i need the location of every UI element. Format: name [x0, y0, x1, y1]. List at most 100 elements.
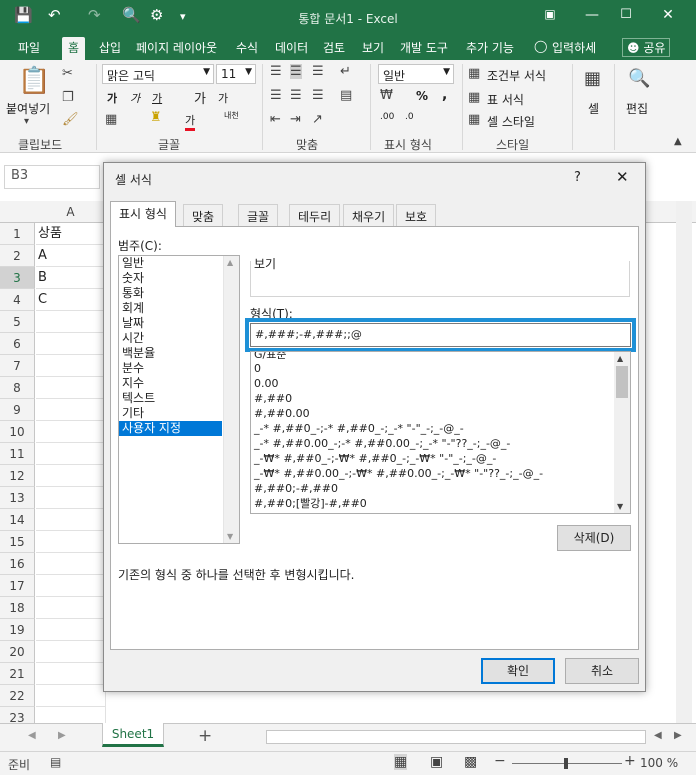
- font-color-button[interactable]: 가: [185, 112, 196, 131]
- paste-icon[interactable]: 📋: [18, 66, 50, 96]
- row-header[interactable]: 4: [0, 289, 35, 311]
- align-middle-icon[interactable]: ☰: [290, 64, 302, 79]
- cell-a[interactable]: [36, 531, 106, 553]
- merge-center-icon[interactable]: ▤: [340, 88, 352, 103]
- cell-a[interactable]: [36, 443, 106, 465]
- align-bottom-icon[interactable]: ☰: [312, 64, 324, 79]
- scroll-down-icon[interactable]: ▼: [617, 502, 623, 511]
- category-item[interactable]: 시간: [119, 331, 222, 346]
- category-item[interactable]: 사용자 지정: [119, 421, 222, 436]
- scroll-left-icon[interactable]: ◀: [28, 730, 36, 741]
- format-item[interactable]: #,##0.00: [251, 406, 613, 421]
- format-item[interactable]: 0.00: [251, 376, 613, 391]
- category-item[interactable]: 숫자: [119, 271, 222, 286]
- tab-formulas[interactable]: 수식: [236, 39, 258, 56]
- cell-a[interactable]: [36, 597, 106, 619]
- align-center-icon[interactable]: ☰: [290, 88, 302, 103]
- cell-a[interactable]: [36, 685, 106, 707]
- category-item[interactable]: 지수: [119, 376, 222, 391]
- increase-decimal-button[interactable]: .00: [380, 112, 394, 122]
- cell-a[interactable]: [36, 663, 106, 685]
- cell-styles-button[interactable]: 셀 스타일: [487, 113, 535, 130]
- row-header[interactable]: 15: [0, 531, 35, 553]
- category-item[interactable]: 분수: [119, 361, 222, 376]
- row-header[interactable]: 18: [0, 597, 35, 619]
- currency-icon[interactable]: ₩: [380, 88, 393, 103]
- increase-indent-icon[interactable]: ⇥: [290, 112, 301, 127]
- cell-a[interactable]: [36, 553, 106, 575]
- scroll-up-icon[interactable]: ▲: [617, 354, 623, 363]
- copy-icon[interactable]: ❐: [62, 90, 74, 105]
- scroll-down-icon[interactable]: ▼: [227, 532, 233, 541]
- cell-a[interactable]: [36, 641, 106, 663]
- row-header[interactable]: 22: [0, 685, 35, 707]
- help-button[interactable]: ?: [574, 170, 581, 185]
- collapse-ribbon-icon[interactable]: ▲: [674, 136, 682, 147]
- tab-addins[interactable]: 추가 기능: [466, 39, 514, 56]
- cut-icon[interactable]: ✂: [62, 66, 73, 81]
- ok-button[interactable]: 확인: [481, 658, 555, 684]
- format-item[interactable]: #,##0;[빨강]-#,##0: [251, 496, 613, 511]
- category-scrollbar[interactable]: ▲ ▼: [223, 256, 239, 543]
- tab-data[interactable]: 데이터: [275, 39, 308, 56]
- fill-color-icon[interactable]: ♜: [150, 110, 162, 125]
- vertical-scrollbar[interactable]: [676, 201, 692, 723]
- cell-a[interactable]: [36, 575, 106, 597]
- paste-dropdown-icon[interactable]: ▾: [24, 116, 29, 127]
- search-icon[interactable]: 🔍: [628, 68, 650, 89]
- percent-button[interactable]: %: [416, 89, 428, 103]
- row-header[interactable]: 11: [0, 443, 35, 465]
- font-name-select[interactable]: 맑은 고딕 ▼: [102, 64, 214, 84]
- tab-view[interactable]: 보기: [362, 39, 384, 56]
- comma-button[interactable]: ,: [442, 87, 447, 103]
- format-item[interactable]: _-* #,##0_-;-* #,##0_-;_-* "-"_-;_-@_-: [251, 421, 613, 436]
- restore-ribbon-icon[interactable]: ▣: [538, 7, 562, 21]
- align-top-icon[interactable]: ☰: [270, 64, 282, 79]
- cancel-button[interactable]: 취소: [565, 658, 639, 684]
- row-header[interactable]: 5: [0, 311, 35, 333]
- row-header[interactable]: 12: [0, 465, 35, 487]
- row-header[interactable]: 13: [0, 487, 35, 509]
- add-sheet-button[interactable]: +: [198, 726, 212, 746]
- scroll-left-icon[interactable]: ◀: [654, 730, 662, 741]
- cell-a[interactable]: C: [36, 289, 106, 311]
- row-header[interactable]: 6: [0, 333, 35, 355]
- wrap-text-icon[interactable]: ↵: [340, 64, 351, 79]
- format-table-button[interactable]: 표 서식: [487, 91, 524, 108]
- normal-view-icon[interactable]: ▦: [394, 754, 408, 770]
- zoom-slider-thumb[interactable]: [564, 758, 568, 769]
- cell-a[interactable]: 상품: [36, 223, 106, 245]
- category-item[interactable]: 통화: [119, 286, 222, 301]
- number-format-select[interactable]: 일반 ▼: [378, 64, 454, 84]
- orientation-icon[interactable]: ↗: [312, 112, 323, 127]
- decrease-indent-icon[interactable]: ⇤: [270, 112, 281, 127]
- tab-font[interactable]: 글꼴: [238, 204, 279, 226]
- delete-button[interactable]: 삭제(D): [557, 525, 631, 551]
- cell-a[interactable]: [36, 465, 106, 487]
- row-header[interactable]: 16: [0, 553, 35, 575]
- underline-button[interactable]: 가: [152, 90, 162, 106]
- tab-alignment[interactable]: 맞춤: [183, 204, 224, 226]
- tab-insert[interactable]: 삽입: [99, 39, 121, 56]
- scroll-right-icon[interactable]: ▶: [674, 730, 682, 741]
- shrink-font-button[interactable]: 가: [218, 90, 228, 106]
- zoom-out-icon[interactable]: −: [494, 753, 506, 769]
- format-list[interactable]: G/표준 0 0.00 #,##0 #,##0.00 _-* #,##0_-;-* #,#…: [250, 351, 631, 514]
- borders-icon[interactable]: ▦: [105, 112, 117, 127]
- cell-a[interactable]: [36, 509, 106, 531]
- page-break-view-icon[interactable]: ▩: [464, 754, 477, 770]
- macro-record-icon[interactable]: ▤: [50, 755, 61, 769]
- category-list[interactable]: 일반 숫자 통화 회계 날짜 시간 백분율 분수 지수 텍스트 기타 사용자 지정 ▲ ▼: [118, 255, 240, 544]
- cell-a[interactable]: [36, 311, 106, 333]
- row-header[interactable]: 7: [0, 355, 35, 377]
- row-header[interactable]: 8: [0, 377, 35, 399]
- tab-developer[interactable]: 개발 도구: [400, 39, 448, 56]
- bold-button[interactable]: 가: [107, 90, 117, 106]
- format-scroll-thumb[interactable]: [616, 366, 628, 398]
- tab-page-layout[interactable]: 페이지 레이아웃: [136, 39, 217, 56]
- format-scrollbar[interactable]: ▲ ▼: [614, 352, 630, 513]
- minimize-icon[interactable]: —: [580, 7, 604, 23]
- phonetic-button[interactable]: 내천: [224, 110, 239, 121]
- row-header[interactable]: 10: [0, 421, 35, 443]
- category-item[interactable]: 날짜: [119, 316, 222, 331]
